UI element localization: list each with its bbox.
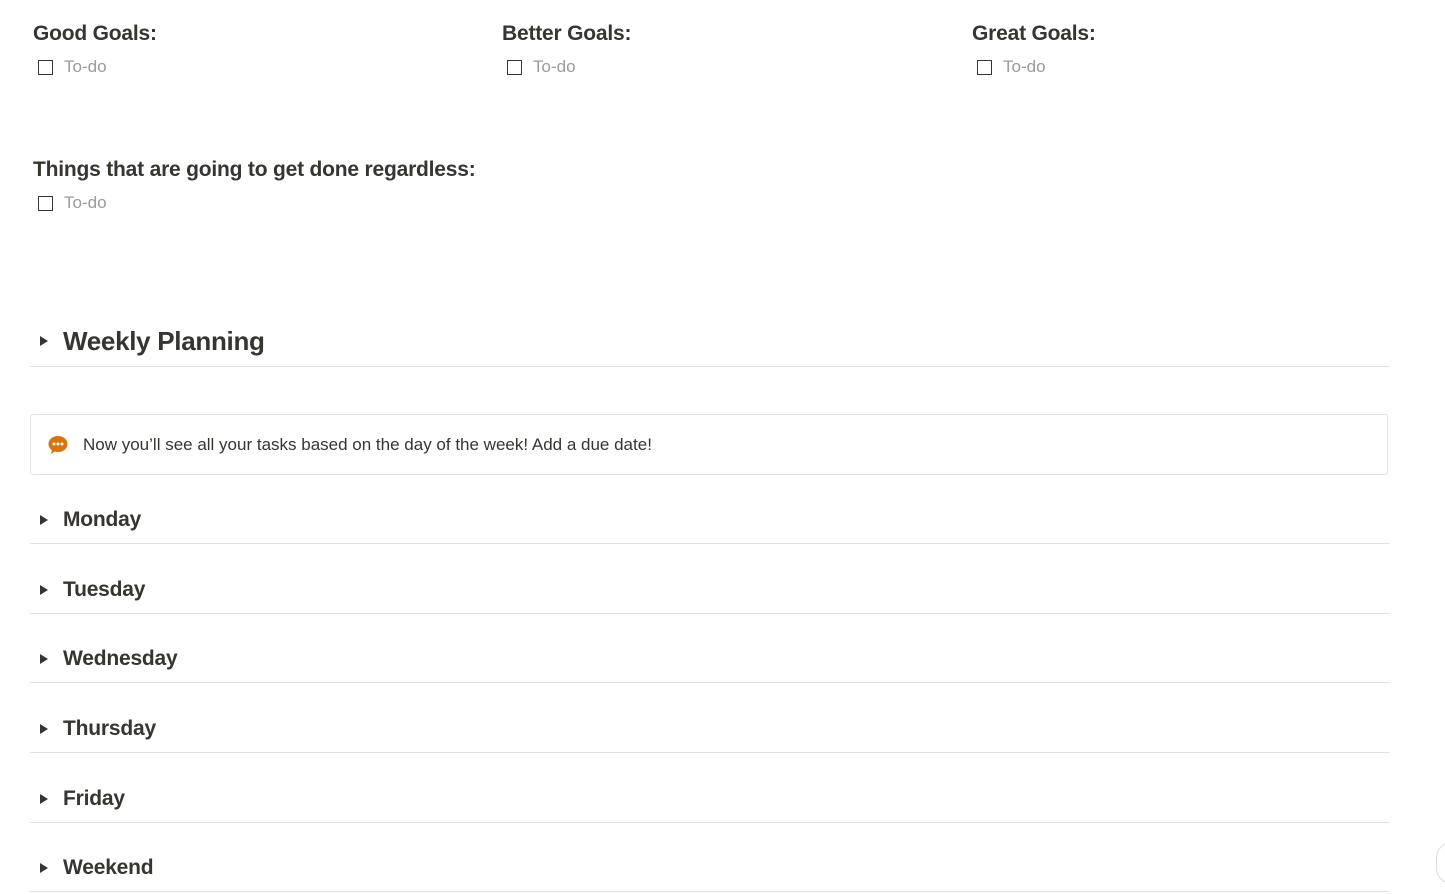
todo-placeholder[interactable]: To-do <box>64 193 107 213</box>
toggle-thursday[interactable]: Thursday <box>30 705 1390 753</box>
better-goals-todo[interactable]: To-do <box>502 56 631 78</box>
good-goals-todo[interactable]: To-do <box>33 56 157 78</box>
good-goals-section: Good Goals: To-do <box>33 20 157 78</box>
day-label[interactable]: Thursday <box>63 717 156 741</box>
toggle-friday[interactable]: Friday <box>30 775 1390 823</box>
todo-placeholder[interactable]: To-do <box>1003 57 1046 77</box>
better-goals-section: Better Goals: To-do <box>502 20 631 78</box>
todo-checkbox[interactable] <box>507 59 522 75</box>
day-label[interactable]: Weekend <box>63 856 154 880</box>
regardless-heading[interactable]: Things that are going to get done regard… <box>33 156 476 184</box>
weekly-planning-toggle[interactable]: Weekly Planning <box>30 316 1390 367</box>
toggle-arrow-icon[interactable] <box>40 336 48 346</box>
todo-checkbox[interactable] <box>977 59 992 75</box>
page: Good Goals: To-do Better Goals: To-do Gr… <box>0 0 1445 894</box>
great-goals-todo[interactable]: To-do <box>972 56 1096 78</box>
toggle-monday[interactable]: Monday <box>30 496 1390 544</box>
toggle-arrow-icon[interactable] <box>40 514 48 525</box>
todo-placeholder[interactable]: To-do <box>533 57 576 77</box>
todo-checkbox[interactable] <box>38 59 53 75</box>
better-goals-heading[interactable]: Better Goals: <box>502 20 631 48</box>
help-button[interactable] <box>1436 842 1445 884</box>
day-label[interactable]: Wednesday <box>63 647 178 671</box>
regardless-todo[interactable]: To-do <box>33 192 476 214</box>
day-label[interactable]: Monday <box>63 508 141 532</box>
toggle-wednesday[interactable]: Wednesday <box>30 636 1390 683</box>
chat-bubble-icon <box>48 435 68 454</box>
toggle-arrow-icon[interactable] <box>40 863 48 873</box>
toggle-tuesday[interactable]: Tuesday <box>30 566 1390 614</box>
todo-checkbox[interactable] <box>38 195 53 211</box>
weekly-planning-title[interactable]: Weekly Planning <box>63 326 265 357</box>
great-goals-section: Great Goals: To-do <box>972 20 1096 78</box>
toggle-weekend[interactable]: Weekend <box>30 845 1390 892</box>
regardless-section: Things that are going to get done regard… <box>33 156 476 214</box>
toggle-arrow-icon[interactable] <box>40 584 48 595</box>
toggle-arrow-icon[interactable] <box>40 793 48 804</box>
day-label[interactable]: Tuesday <box>63 578 145 602</box>
callout-text[interactable]: Now you’ll see all your tasks based on t… <box>83 435 652 455</box>
todo-placeholder[interactable]: To-do <box>64 57 107 77</box>
toggle-arrow-icon[interactable] <box>40 723 48 734</box>
toggle-arrow-icon[interactable] <box>40 654 48 664</box>
day-label[interactable]: Friday <box>63 787 125 811</box>
great-goals-heading[interactable]: Great Goals: <box>972 20 1096 48</box>
callout-block[interactable]: Now you’ll see all your tasks based on t… <box>30 414 1388 475</box>
good-goals-heading[interactable]: Good Goals: <box>33 20 157 48</box>
